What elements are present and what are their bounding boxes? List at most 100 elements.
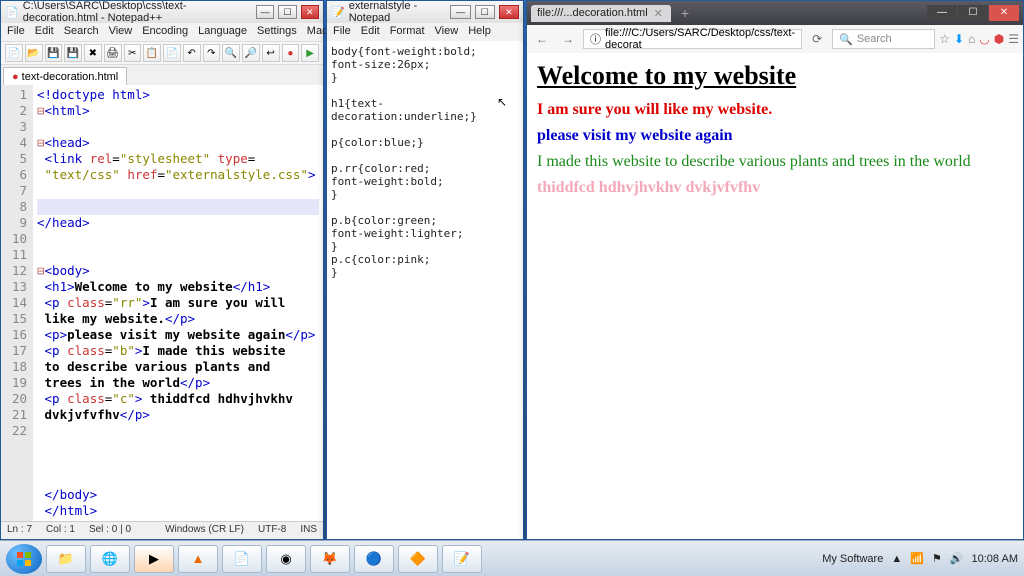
np-titlebar[interactable]: 📝 externalstyle - Notepad — ☐ ✕ <box>327 1 523 23</box>
home-icon[interactable]: ⌂ <box>968 32 975 46</box>
menu-file[interactable]: File <box>7 25 25 39</box>
ff-tab-close-icon[interactable]: ✕ <box>654 7 663 20</box>
npp-editor[interactable]: 12345678910111213141516171819202122 <!do… <box>1 85 323 521</box>
zoom-in-icon[interactable]: 🔎 <box>242 44 260 62</box>
np-maximize-button[interactable]: ☐ <box>475 5 495 19</box>
search-icon: 🔍 <box>839 33 853 46</box>
notepad-window: 📝 externalstyle - Notepad — ☐ ✕ File Edit… <box>326 0 524 540</box>
npp-maximize-button[interactable]: ☐ <box>278 5 296 19</box>
task-explorer[interactable]: 📁 <box>46 545 86 573</box>
menu-encoding[interactable]: Encoding <box>142 25 188 39</box>
info-icon[interactable]: ⓘ <box>590 31 601 47</box>
menu-view[interactable]: View <box>109 25 133 39</box>
menu-edit[interactable]: Edit <box>361 25 380 39</box>
np-close-button[interactable]: ✕ <box>499 5 519 19</box>
page-p-default: please visit my website again <box>537 127 1013 145</box>
task-media[interactable]: ▶ <box>134 545 174 573</box>
ff-minimize-button[interactable]: — <box>927 5 957 21</box>
tray-network-icon[interactable]: 📶 <box>910 552 924 565</box>
np-menubar: File Edit Format View Help <box>327 23 523 41</box>
task-vlc[interactable]: ▲ <box>178 545 218 573</box>
taskbar: 📁 🌐 ▶ ▲ 📄 ◉ 🦊 🔵 🔶 📝 My Software ▲ 📶 ⚑ 🔊 … <box>0 540 1024 576</box>
menu-edit[interactable]: Edit <box>35 25 54 39</box>
copy-icon[interactable]: 📋 <box>143 44 161 62</box>
npp-titlebar[interactable]: 📄 C:\Users\SARC\Desktop\css\text-decorat… <box>1 1 323 23</box>
file-icon: ● <box>12 71 19 83</box>
menu-icon[interactable]: ☰ <box>1008 32 1019 46</box>
page-p-b: I made this website to describe various … <box>537 153 1013 171</box>
paste-icon[interactable]: 📄 <box>163 44 181 62</box>
status-enc: UTF-8 <box>258 524 286 537</box>
status-sel: Sel : 0 | 0 <box>89 524 131 537</box>
menu-language[interactable]: Language <box>198 25 247 39</box>
task-app2[interactable]: 🔶 <box>398 545 438 573</box>
task-notepad[interactable]: 📝 <box>442 545 482 573</box>
task-chrome[interactable]: ◉ <box>266 545 306 573</box>
ff-newtab-button[interactable]: + <box>675 5 695 21</box>
search-field[interactable]: 🔍 Search <box>832 29 935 49</box>
back-icon[interactable]: ← <box>531 29 553 49</box>
ff-urlbar: ← → ⓘ file:///C:/Users/SARC/Desktop/css/… <box>527 25 1023 53</box>
firefox-window: file:///...decoration.html ✕ + — ☐ ✕ ← →… <box>526 0 1024 540</box>
print-icon[interactable]: 🖨 <box>104 44 122 62</box>
task-notepadpp[interactable]: 📄 <box>222 545 262 573</box>
ff-close-button[interactable]: ✕ <box>989 5 1019 21</box>
tray-clock[interactable]: 10:08 AM <box>972 553 1018 565</box>
tray-up-icon[interactable]: ▲ <box>891 553 902 565</box>
task-firefox[interactable]: 🦊 <box>310 545 350 573</box>
page-p-rr: I am sure you will like my website. <box>537 101 1013 119</box>
notepadpp-window: 📄 C:\Users\SARC\Desktop\css\text-decorat… <box>0 0 324 540</box>
npp-tab-active[interactable]: ● text-decoration.html <box>3 67 127 85</box>
tray-volume-icon[interactable]: 🔊 <box>950 552 964 565</box>
start-button[interactable] <box>6 544 42 574</box>
ff-titlebar[interactable]: file:///...decoration.html ✕ + — ☐ ✕ <box>527 1 1023 25</box>
menu-help[interactable]: Help <box>468 25 491 39</box>
shield-icon[interactable]: ⬢ <box>994 32 1004 46</box>
undo-icon[interactable]: ↶ <box>183 44 201 62</box>
play-icon[interactable]: ▶ <box>301 44 319 62</box>
npp-close-button[interactable]: ✕ <box>301 5 319 19</box>
menu-file[interactable]: File <box>333 25 351 39</box>
task-browser[interactable]: 🌐 <box>90 545 130 573</box>
cut-icon[interactable]: ✂ <box>124 44 142 62</box>
menu-search[interactable]: Search <box>64 25 99 39</box>
ff-page-content: Welcome to my website I am sure you will… <box>527 53 1023 539</box>
save-all-icon[interactable]: 💾 <box>64 44 82 62</box>
status-col: Col : 1 <box>46 524 75 537</box>
url-text: file:///C:/Users/SARC/Desktop/css/text-d… <box>605 27 795 51</box>
record-icon[interactable]: ● <box>282 44 300 62</box>
menu-format[interactable]: Format <box>390 25 425 39</box>
np-title: externalstyle - Notepad <box>349 0 443 24</box>
redo-icon[interactable]: ↷ <box>203 44 221 62</box>
close-file-icon[interactable]: ✖ <box>84 44 102 62</box>
search-placeholder: Search <box>857 33 892 45</box>
tray-flag-icon[interactable]: ⚑ <box>932 552 942 565</box>
npp-code[interactable]: <!doctype html>⊟<html> ⊟<head> <link rel… <box>33 85 323 521</box>
menu-view[interactable]: View <box>435 25 459 39</box>
ff-tab-active[interactable]: file:///...decoration.html ✕ <box>531 5 671 22</box>
tray-label[interactable]: My Software <box>822 553 883 565</box>
open-file-icon[interactable]: 📂 <box>25 44 43 62</box>
wrap-icon[interactable]: ↩ <box>262 44 280 62</box>
reload-icon[interactable]: ⟳ <box>806 29 828 49</box>
status-ins: INS <box>300 524 317 537</box>
forward-icon[interactable]: → <box>557 29 579 49</box>
notepad-icon: 📝 <box>331 6 345 19</box>
npp-gutter: 12345678910111213141516171819202122 <box>1 85 33 521</box>
pocket-icon[interactable]: ◡ <box>979 32 989 46</box>
menu-settings[interactable]: Settings <box>257 25 297 39</box>
ff-maximize-button[interactable]: ☐ <box>958 5 988 21</box>
url-field[interactable]: ⓘ file:///C:/Users/SARC/Desktop/css/text… <box>583 29 802 49</box>
ff-tab-label: file:///...decoration.html <box>537 7 648 19</box>
np-minimize-button[interactable]: — <box>450 5 470 19</box>
save-icon[interactable]: 💾 <box>45 44 63 62</box>
new-file-icon[interactable]: 📄 <box>5 44 23 62</box>
npp-icon: 📄 <box>5 6 19 19</box>
find-icon[interactable]: 🔍 <box>222 44 240 62</box>
star-icon[interactable]: ☆ <box>939 32 950 46</box>
npp-minimize-button[interactable]: — <box>256 5 274 19</box>
download-icon[interactable]: ⬇ <box>954 32 964 46</box>
task-app1[interactable]: 🔵 <box>354 545 394 573</box>
npp-title: C:\Users\SARC\Desktop\css\text-decoratio… <box>23 0 248 24</box>
np-textarea[interactable]: body{font-weight:bold; font-size:26px; }… <box>327 41 523 539</box>
